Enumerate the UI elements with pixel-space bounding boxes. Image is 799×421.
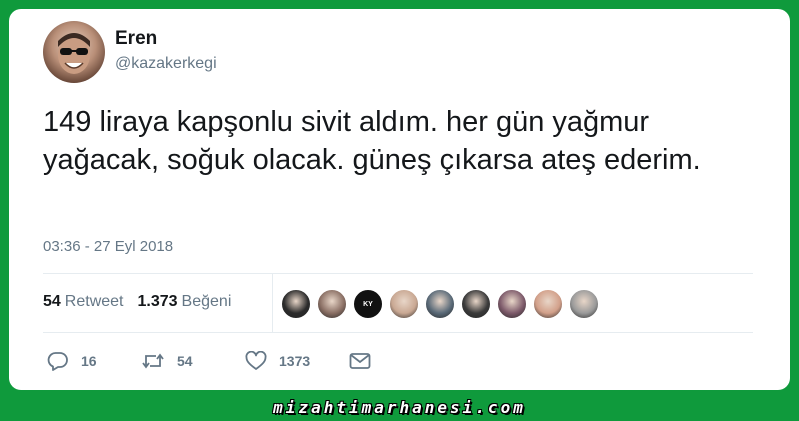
user-handle[interactable]: @kazakerkegi bbox=[115, 55, 217, 73]
stats-separator bbox=[272, 273, 273, 332]
engagement-stats: 54 Retweet 1.373 Beğeni bbox=[43, 293, 245, 311]
liker-avatar[interactable] bbox=[389, 289, 419, 319]
like-stat-label: Beğeni bbox=[181, 293, 232, 310]
divider bbox=[43, 332, 753, 333]
liker-avatar[interactable] bbox=[317, 289, 347, 319]
liker-avatar[interactable] bbox=[425, 289, 455, 319]
retweet-icon bbox=[142, 353, 164, 369]
liker-avatar[interactable] bbox=[569, 289, 599, 319]
liker-avatars: KY bbox=[275, 288, 599, 320]
retweet-stat[interactable]: 54 Retweet bbox=[43, 293, 124, 311]
tweet-text: 149 liraya kapşonlu sivit aldım. her gün… bbox=[43, 106, 701, 176]
avatar[interactable] bbox=[43, 21, 105, 83]
retweet-button[interactable]: 54 bbox=[141, 351, 245, 371]
tweet-timestamp[interactable]: 03:36 - 27 Eyl 2018 bbox=[43, 238, 173, 255]
liker-avatar[interactable] bbox=[497, 289, 527, 319]
like-stat[interactable]: 1.373 Beğeni bbox=[138, 293, 232, 311]
liker-avatar[interactable]: KY bbox=[353, 289, 383, 319]
envelope-icon bbox=[349, 353, 371, 369]
like-button[interactable]: 1373 bbox=[245, 351, 349, 371]
watermark-bar: mizahtimarhanesi.com bbox=[0, 394, 799, 421]
retweet-stat-label: Retweet bbox=[64, 293, 124, 310]
watermark-text: mizahtimarhanesi.com bbox=[273, 398, 526, 417]
liker-avatar[interactable] bbox=[461, 289, 491, 319]
liker-avatar[interactable] bbox=[533, 289, 563, 319]
reply-count: 16 bbox=[81, 353, 97, 369]
like-count: 1373 bbox=[279, 353, 311, 369]
reply-icon bbox=[47, 352, 68, 371]
tweet-card: Eren @kazakerkegi 149 liraya kapşonlu si… bbox=[9, 9, 790, 390]
like-stat-count: 1.373 bbox=[137, 293, 178, 310]
reply-button[interactable]: 16 bbox=[47, 351, 141, 371]
direct-message-button[interactable] bbox=[349, 352, 383, 370]
retweet-stat-count: 54 bbox=[43, 293, 61, 310]
tweet-actions: 16 54 1373 bbox=[47, 350, 383, 372]
retweet-count: 54 bbox=[177, 353, 193, 369]
user-name[interactable]: Eren bbox=[115, 28, 157, 50]
liker-avatar[interactable] bbox=[281, 289, 311, 319]
divider bbox=[43, 273, 753, 274]
heart-icon bbox=[245, 351, 267, 370]
